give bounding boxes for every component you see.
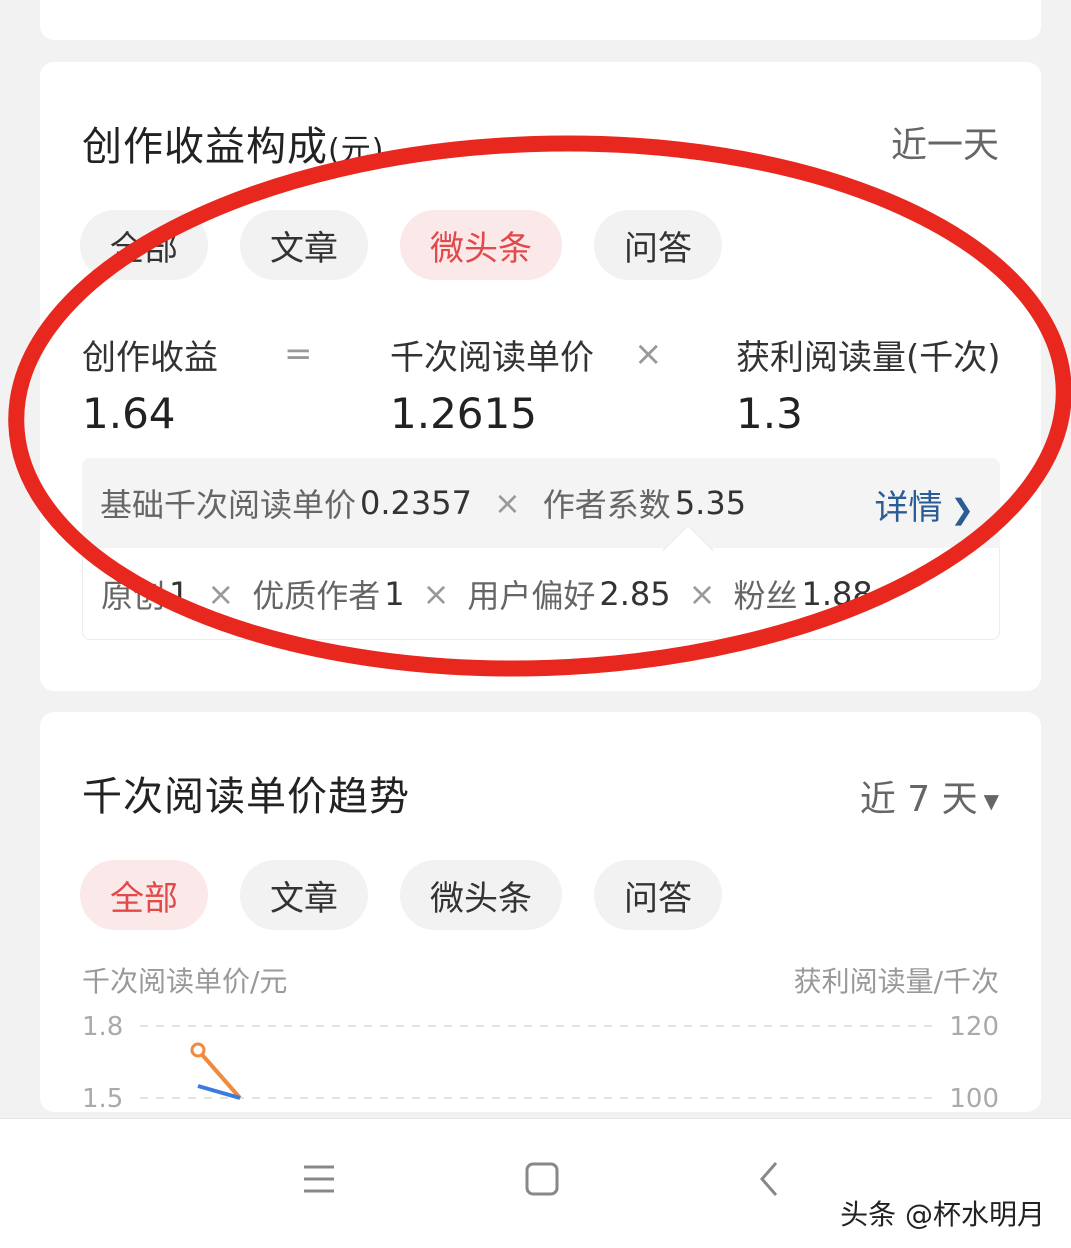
profit-reads: 获利阅读量(千次) 1.3: [736, 330, 1001, 438]
rpm-trend-card: 千次阅读单价趋势 近 7 天 ▼ 全部 文章 微头条 问答 千次阅读单价/元 获利…: [40, 712, 1041, 1112]
factor-times-sign: ×: [688, 574, 716, 613]
base-rpm-label: 基础千次阅读单价: [100, 486, 357, 524]
times-sign: ×: [634, 334, 663, 374]
income-tab-all[interactable]: 全部: [80, 210, 208, 280]
income-card-title: 创作收益构成(元): [82, 124, 385, 170]
detail-times-sign: ×: [493, 484, 521, 522]
menu-icon[interactable]: [300, 1159, 340, 1199]
factor-original-value: 1: [169, 574, 190, 613]
author-coef-value: 5.35: [674, 484, 747, 522]
income-total-label: 创作收益: [82, 338, 218, 378]
author-factor-row: 原创 1 × 优质作者 1 × 用户偏好 2.85 × 粉丝 1.88: [82, 548, 1000, 640]
details-link[interactable]: 详情 ❯: [875, 480, 974, 529]
profit-reads-label: 获利阅读量(千次): [736, 338, 1001, 378]
trend-tab-article[interactable]: 文章: [240, 860, 368, 930]
trend-tab-all[interactable]: 全部: [80, 860, 208, 930]
income-tab-weitoutiao[interactable]: 微头条: [400, 210, 562, 280]
rpm-label: 千次阅读单价: [390, 338, 594, 378]
base-rpm-value: 0.2357: [360, 484, 472, 522]
watermark: 头条 @杯水明月: [840, 1198, 1045, 1231]
income-tab-qa[interactable]: 问答: [594, 210, 722, 280]
factor-preference-label: 用户偏好: [467, 576, 596, 615]
profit-reads-value: 1.3: [736, 389, 803, 438]
rpm-trend-chart: [140, 1025, 940, 1100]
trend-tab-weitoutiao[interactable]: 微头条: [400, 860, 562, 930]
factor-preference-value: 2.85: [599, 574, 671, 613]
factor-quality-label: 优质作者: [252, 576, 381, 615]
rpm-value: 1.2615: [390, 389, 537, 438]
income-range-selector[interactable]: 近一天: [891, 116, 999, 168]
trend-range-selector[interactable]: 近 7 天 ▼: [860, 770, 999, 822]
caret-down-icon: ▼: [983, 789, 999, 813]
left-axis-label: 千次阅读单价/元: [82, 965, 288, 998]
factor-fans-label: 粉丝: [733, 576, 798, 615]
factor-fans-value: 1.88: [801, 574, 873, 613]
income-total-value: 1.64: [82, 389, 176, 438]
author-coef-label: 作者系数: [542, 486, 671, 524]
trend-card-title: 千次阅读单价趋势: [82, 774, 410, 820]
income-total: 创作收益 1.64: [82, 330, 218, 438]
data-point: [190, 1042, 206, 1058]
home-icon[interactable]: [522, 1159, 562, 1199]
factor-times-sign: ×: [207, 574, 235, 613]
income-tab-article[interactable]: 文章: [240, 210, 368, 280]
trend-tab-qa[interactable]: 问答: [594, 860, 722, 930]
rpm: 千次阅读单价 1.2615: [390, 330, 594, 438]
factor-times-sign: ×: [422, 574, 450, 613]
factor-original-label: 原创: [101, 576, 166, 615]
income-composition-card: 创作收益构成(元) 近一天 全部 文章 微头条 问答 创作收益 1.64 = 千…: [40, 62, 1041, 691]
equals-sign: =: [284, 334, 313, 374]
factor-quality-value: 1: [384, 574, 405, 613]
chevron-right-icon: ❯: [950, 493, 974, 526]
rpm-detail-row: 基础千次阅读单价 0.2357 × 作者系数 5.35 详情 ❯: [82, 458, 1000, 548]
previous-card: [40, 0, 1041, 40]
back-icon[interactable]: [752, 1159, 792, 1199]
right-axis-label: 获利阅读量/千次: [793, 965, 999, 998]
